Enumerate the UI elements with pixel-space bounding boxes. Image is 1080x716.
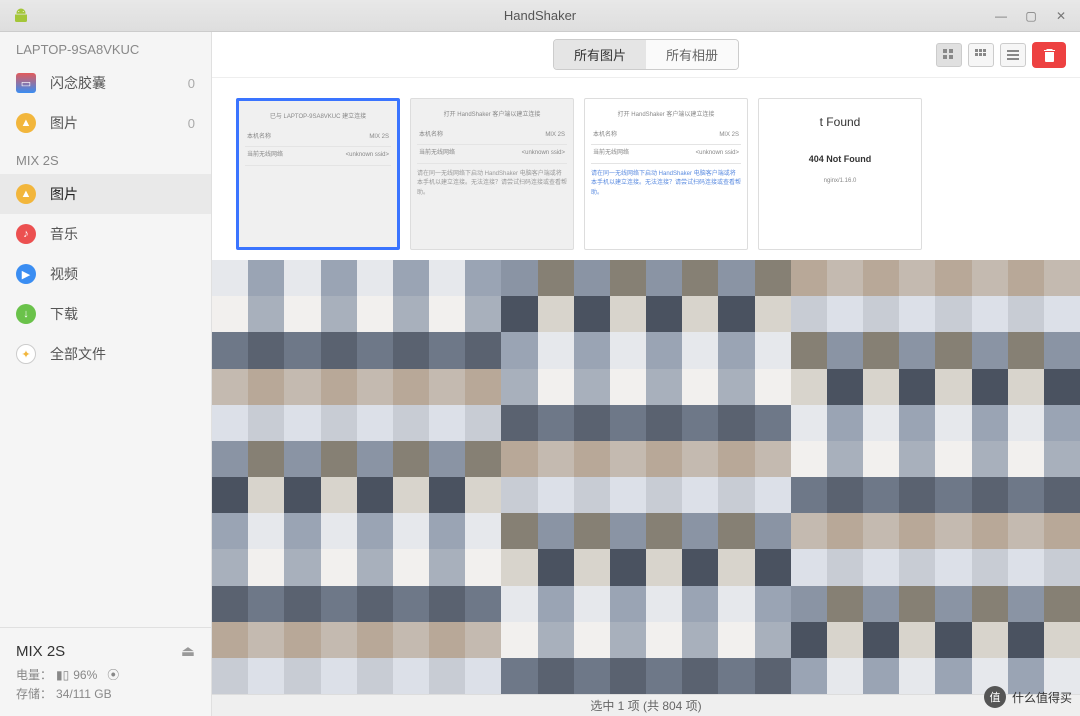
watermark: 值 什么值得买: [984, 686, 1072, 708]
titlebar: HandShaker — ▢ ✕: [0, 0, 1080, 32]
sidebar-item-label: 闪念胶囊: [50, 73, 106, 93]
seg-all-photos[interactable]: 所有图片: [554, 40, 646, 69]
sidebar-item-music[interactable]: ♪ 音乐: [0, 214, 211, 254]
delete-button[interactable]: [1032, 42, 1066, 68]
toolbar: 所有图片 所有相册: [212, 32, 1080, 78]
photo-thumb[interactable]: 打开 HandShaker 客户端以建立连接 本机名称MIX 2S 当前无线网络…: [410, 98, 574, 250]
view-segment: 所有图片 所有相册: [553, 39, 739, 70]
photo-icon: ▲: [16, 113, 36, 133]
sidebar-item-video[interactable]: ▶ 视频: [0, 254, 211, 294]
wifi-icon: ⦿: [107, 666, 119, 683]
download-icon: ↓: [16, 304, 36, 324]
window-title: HandShaker: [504, 8, 576, 23]
sidebar-group-pc: LAPTOP-9SA8VKUC: [0, 32, 211, 63]
sidebar-item-label: 图片: [50, 113, 78, 133]
watermark-text: 什么值得买: [1012, 689, 1072, 706]
storage-val: 34/111 GB: [56, 687, 112, 701]
sidebar-item-photos[interactable]: ▲ 图片: [0, 174, 211, 214]
count-badge: 0: [188, 76, 195, 91]
sidebar-item-download[interactable]: ↓ 下载: [0, 294, 211, 334]
sidebar-item-pc-photos[interactable]: ▲ 图片 0: [0, 103, 211, 143]
count-badge: 0: [188, 116, 195, 131]
battery-pct: 96%: [73, 668, 97, 682]
sidebar-item-label: 图片: [50, 184, 78, 204]
sidebar-item-label: 下载: [50, 304, 78, 324]
photo-thumb[interactable]: 打开 HandShaker 客户端以建立连接 本机名称MIX 2S 当前无线网络…: [584, 98, 748, 250]
sidebar-item-label: 音乐: [50, 224, 78, 244]
minimize-button[interactable]: —: [990, 7, 1012, 25]
sidebar-group-phone: MIX 2S: [0, 143, 211, 174]
watermark-badge: 值: [984, 686, 1006, 708]
eject-icon[interactable]: ⏏: [181, 642, 195, 660]
status-bar: 选中 1 项 (共 804 项): [212, 694, 1080, 716]
sidebar: LAPTOP-9SA8VKUC ▭ 闪念胶囊 0 ▲ 图片 0 MIX 2S ▲…: [0, 32, 212, 716]
list-view-icon[interactable]: [1000, 43, 1026, 67]
sidebar-item-label: 全部文件: [50, 344, 106, 364]
maximize-button[interactable]: ▢: [1020, 7, 1042, 25]
selection-status: 选中 1 项 (共 804 项): [590, 697, 701, 714]
sidebar-item-files[interactable]: ✦ 全部文件: [0, 334, 211, 374]
music-icon: ♪: [16, 224, 36, 244]
sidebar-item-capsule[interactable]: ▭ 闪念胶囊 0: [0, 63, 211, 103]
medium-grid-icon[interactable]: [968, 43, 994, 67]
battery-icon: ▮▯: [56, 668, 69, 682]
capsule-icon: ▭: [16, 73, 36, 93]
sidebar-item-label: 视频: [50, 264, 78, 284]
pixelated-region: [212, 260, 1080, 694]
device-footer: MIX 2S ⏏ 电量： ▮▯ 96% ⦿ 存储： 34/111 GB: [0, 627, 211, 716]
files-icon: ✦: [16, 344, 36, 364]
seg-all-albums[interactable]: 所有相册: [646, 40, 738, 69]
grid-view-icon[interactable]: [936, 43, 962, 67]
video-icon: ▶: [16, 264, 36, 284]
close-button[interactable]: ✕: [1050, 7, 1072, 25]
photo-thumb[interactable]: t Found 404 Not Found nginx/1.16.0: [758, 98, 922, 250]
photo-thumb[interactable]: 已与 LAPTOP-9SA8VKUC 建立连接 本机名称MIX 2S 当前无线网…: [236, 98, 400, 250]
device-name: MIX 2S: [16, 643, 65, 660]
photo-icon: ▲: [16, 184, 36, 204]
android-icon: [12, 7, 30, 25]
